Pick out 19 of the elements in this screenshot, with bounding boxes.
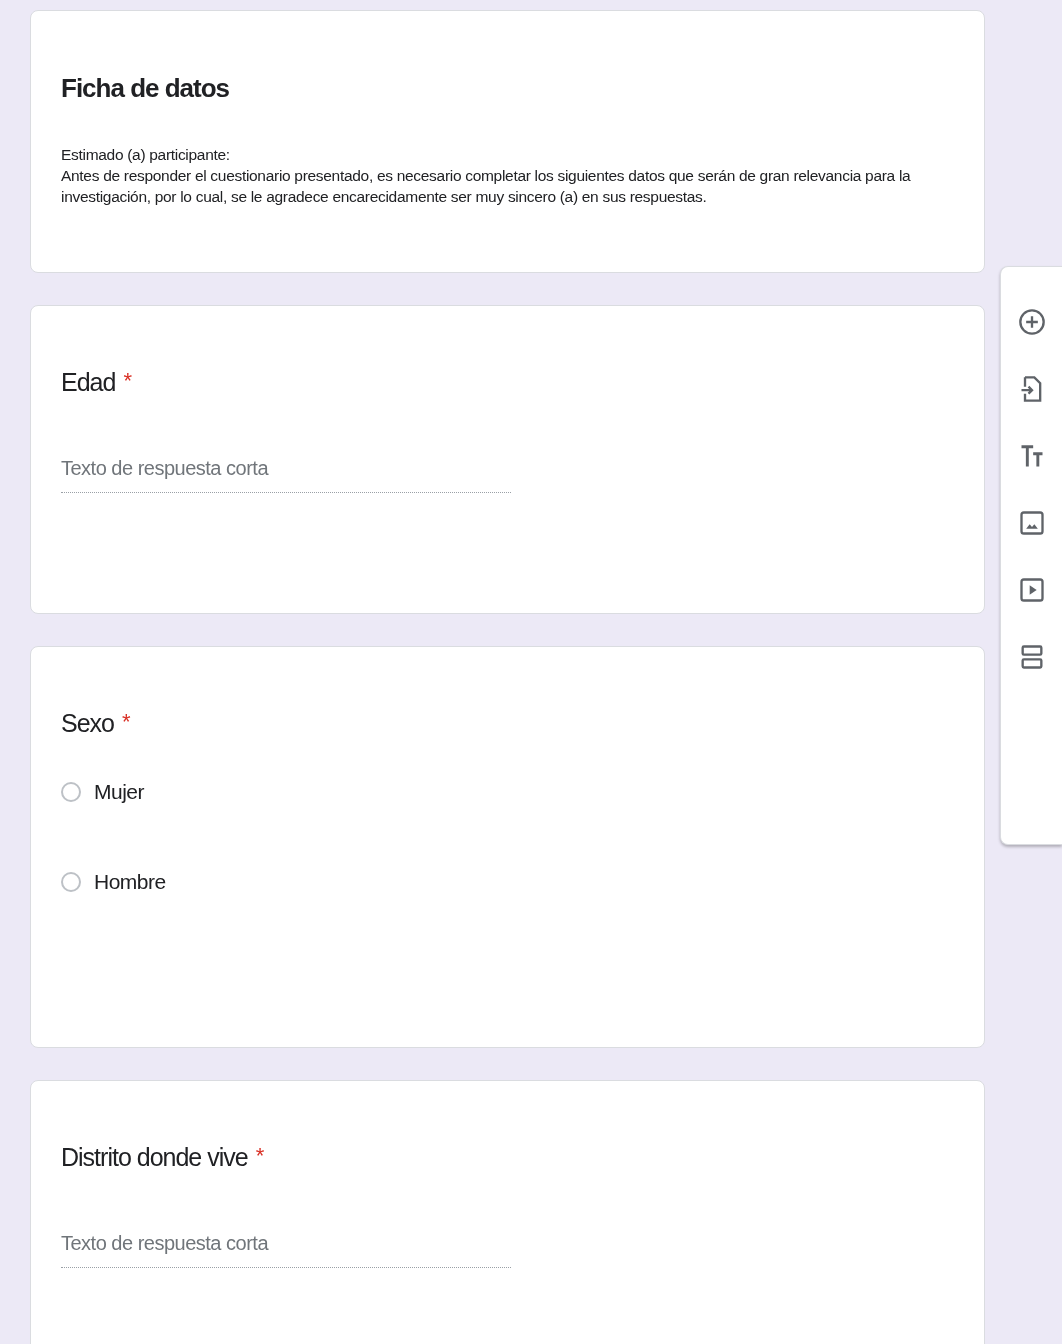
- question-title: Sexo: [61, 709, 114, 738]
- play-icon: [1017, 576, 1046, 604]
- question-title: Distrito donde vive: [61, 1143, 248, 1172]
- required-asterisk: *: [122, 709, 130, 735]
- option-label: Hombre: [94, 870, 166, 894]
- radio-button[interactable]: [61, 782, 81, 802]
- question-title: Edad: [61, 368, 116, 397]
- required-asterisk: *: [255, 1143, 264, 1169]
- image-icon: [1017, 509, 1046, 537]
- form-title: Ficha de datos: [61, 73, 231, 104]
- option-label: Mujer: [94, 780, 144, 804]
- description-text: Estimado (a) participante:: [61, 145, 231, 165]
- description-text: Antes de responder el cuestionario presentado, es necesario completar los siguientes datos que serán de gran relevancia para la investigación, por lo cual, se le agradece encarecidamente ser muy sincero (a) en sus respuestas.: [61, 166, 912, 207]
- short-answer-field[interactable]: Texto de respuesta corta: [61, 1232, 511, 1268]
- plus-circle-icon: [1017, 308, 1046, 336]
- radio-button[interactable]: [61, 872, 81, 892]
- required-asterisk: *: [123, 368, 131, 394]
- add-question-button[interactable]: [1016, 307, 1047, 337]
- short-answer-field[interactable]: Texto de respuesta corta: [61, 457, 511, 493]
